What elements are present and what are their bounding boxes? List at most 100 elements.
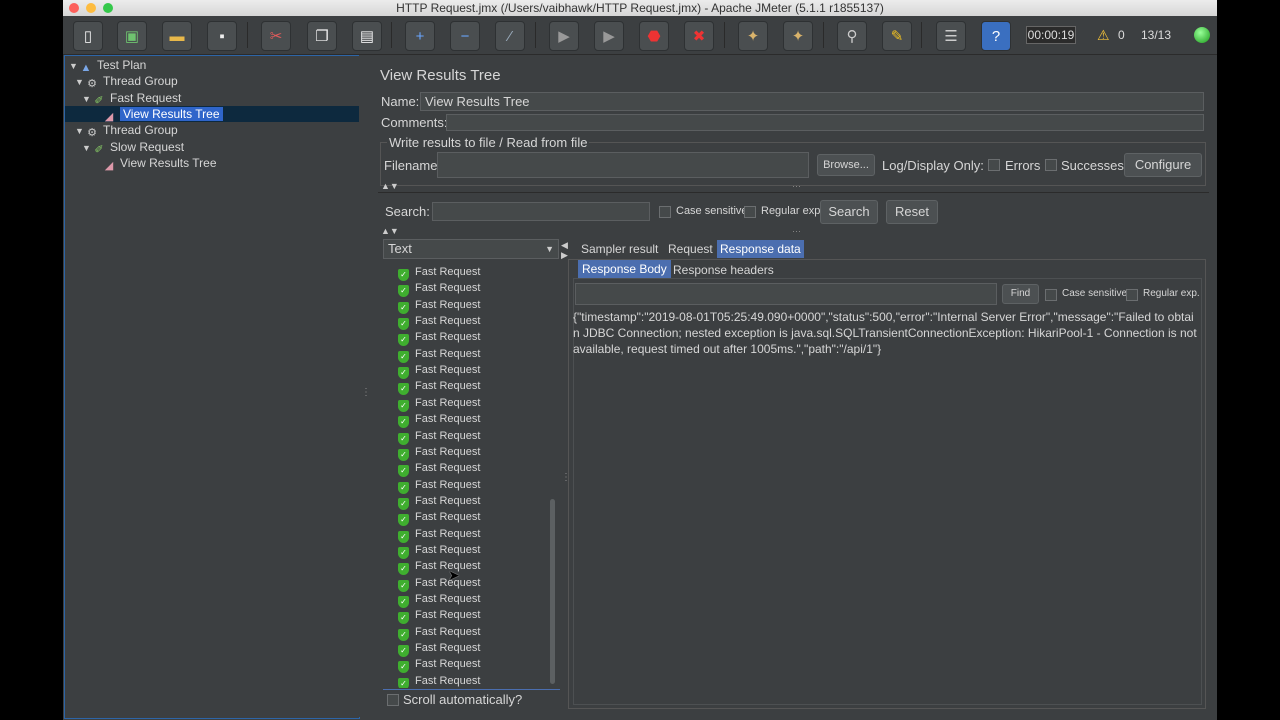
find-input[interactable] [575,283,997,305]
list-item-label: Fast Request [415,266,481,278]
tab-response-data[interactable]: Response data [717,240,804,258]
list-item[interactable]: ✓ Fast Request [398,444,480,461]
close-window-button[interactable] [69,3,79,13]
list-item[interactable]: ✓ Fast Request [398,428,480,445]
tree-item-thread-group-2[interactable]: ▼ ⚙ Thread Group [75,122,178,139]
list-item[interactable]: ✓ Fast Request [398,477,480,494]
list-item[interactable]: ✓ Fast Request [398,280,480,298]
copy-icon[interactable]: ❐ [307,21,337,51]
list-item[interactable]: ✓ Fast Request [398,624,480,641]
find-regular-exp-checkbox[interactable] [1126,289,1138,301]
results-list[interactable]: ✓ Fast Request ✓ Fast Request ✓ Fast Request ✓… [383,262,560,688]
tree-item-thread-group-1[interactable]: ▼ ⚙ Thread Group [75,73,178,90]
toolbar: ▯ ▣ ▬ ▪ ✂ ❐ ▤ + − ⁄ ▶ ▶ ⬣ ✖ ✦ ✦ ⚲ ✎ ☰ ? … [63,16,1217,55]
tree-item-test-plan[interactable]: ▼ ▲ Test Plan [69,57,147,74]
list-item[interactable]: ✓ Fast Request [398,395,480,412]
expand-triangle-icon[interactable]: ▼ [75,123,85,139]
collapse-arrows-icon[interactable]: ▲▼ [381,181,399,191]
list-item[interactable]: ✓ Fast Request [398,509,480,527]
list-item[interactable]: ✓ Fast Request [398,329,480,347]
stop-icon[interactable]: ⬣ [639,21,669,51]
tab-request[interactable]: Request [665,240,716,258]
results-scrollbar[interactable] [549,262,556,686]
list-item[interactable]: ✓ Fast Request [398,460,480,478]
regular-exp-checkbox[interactable] [744,206,756,218]
list-item[interactable]: ✓ Fast Request [398,558,480,576]
configure-button[interactable]: Configure [1124,153,1202,177]
new-icon[interactable]: ▯ [73,21,103,51]
clear-icon[interactable]: ✦ [738,21,768,51]
name-field[interactable]: View Results Tree [420,92,1204,111]
list-item[interactable]: ✓ Fast Request [398,656,480,674]
tree-item-view-results-tree-1[interactable]: ◢ View Results Tree [65,106,359,123]
toggle-icon[interactable]: ⁄ [495,21,525,51]
browse-button[interactable]: Browse... [817,154,875,176]
minimize-window-button[interactable] [86,3,96,13]
list-item[interactable]: ✓ Fast Request [398,313,480,331]
tab-response-headers[interactable]: Response headers [669,261,778,279]
successes-checkbox[interactable] [1045,159,1057,171]
collapse-all-icon[interactable]: − [450,21,480,51]
response-body-text[interactable]: {"timestamp":"2019-08-01T05:25:49.090+00… [573,309,1199,357]
help-icon[interactable]: ? [981,21,1011,51]
list-item[interactable]: ✓ Fast Request [398,607,480,625]
tree-label: Test Plan [97,58,147,72]
function-helper-icon[interactable]: ☰ [936,21,966,51]
paste-icon[interactable]: ▤ [352,21,382,51]
open-folder-icon[interactable]: ▬ [162,21,192,51]
scrollbar-thumb[interactable] [550,499,555,684]
save-icon[interactable]: ▪ [207,21,237,51]
find-case-sensitive-checkbox[interactable] [1045,289,1057,301]
divider-grip-icon[interactable]: ⋯ [792,226,801,237]
expand-triangle-icon[interactable]: ▼ [82,140,92,156]
search-input[interactable] [432,202,650,221]
list-item[interactable]: ✓ Fast Request [398,346,480,363]
list-item[interactable]: ✓ Fast Request [398,526,480,543]
collapse-arrows-icon[interactable]: ▲▼ [381,226,399,236]
list-item[interactable]: ✓ Fast Request [398,575,480,592]
expand-triangle-icon[interactable]: ▼ [69,58,79,74]
clear-all-icon[interactable]: ✦ [783,21,813,51]
find-regular-exp-label: Regular exp. [1143,288,1200,299]
errors-checkbox[interactable] [988,159,1000,171]
reset-button[interactable]: Reset [886,200,938,224]
tree-label: Slow Request [110,140,185,154]
list-item[interactable]: ✓ Fast Request [398,673,480,688]
reset-search-icon[interactable]: ✎ [882,21,912,51]
tab-response-body[interactable]: Response Body [578,260,671,278]
shutdown-icon[interactable]: ✖ [684,21,714,51]
collapse-arrows-icon[interactable]: ◀ ▶ [561,240,568,260]
list-item[interactable]: ✓ Fast Request [398,362,480,380]
case-sensitive-checkbox[interactable] [659,206,671,218]
list-item[interactable]: ✓ Fast Request [398,493,480,510]
tree-item-fast-request[interactable]: ▼ ✐ Fast Request [82,90,181,107]
search-binoculars-icon[interactable]: ⚲ [837,21,867,51]
split-pane-divider[interactable]: ⋮ [359,55,377,717]
divider-grip-icon[interactable]: ⋯ [792,181,801,192]
search-button[interactable]: Search [820,200,878,224]
scroll-automatically-checkbox[interactable] [387,694,399,706]
comments-field[interactable] [446,114,1204,131]
renderer-select[interactable]: Text ▼ [383,239,559,259]
templates-icon[interactable]: ▣ [117,21,147,51]
tree-item-view-results-tree-2[interactable]: ◢ View Results Tree [102,155,217,172]
start-icon[interactable]: ▶ [549,21,579,51]
start-no-pauses-icon[interactable]: ▶ [594,21,624,51]
list-item[interactable]: ✓ Fast Request [398,378,480,396]
list-item[interactable]: ✓ Fast Request [398,591,480,608]
list-item[interactable]: ✓ Fast Request [398,264,481,281]
tab-sampler-result[interactable]: Sampler result [578,240,661,258]
tree-item-slow-request[interactable]: ▼ ✐ Slow Request [82,139,185,156]
cut-icon[interactable]: ✂ [261,21,291,51]
list-item[interactable]: ✓ Fast Request [398,411,480,429]
expand-triangle-icon[interactable]: ▼ [75,74,85,90]
list-item[interactable]: ✓ Fast Request [398,297,480,314]
zoom-window-button[interactable] [103,3,113,13]
expand-all-icon[interactable]: + [405,21,435,51]
find-button[interactable]: Find [1002,284,1039,304]
warning-icon[interactable]: ⚠ [1097,27,1110,44]
list-item[interactable]: ✓ Fast Request [398,640,480,658]
expand-triangle-icon[interactable]: ▼ [82,91,92,107]
filename-field[interactable] [437,152,809,178]
list-item[interactable]: ✓ Fast Request [398,542,480,559]
